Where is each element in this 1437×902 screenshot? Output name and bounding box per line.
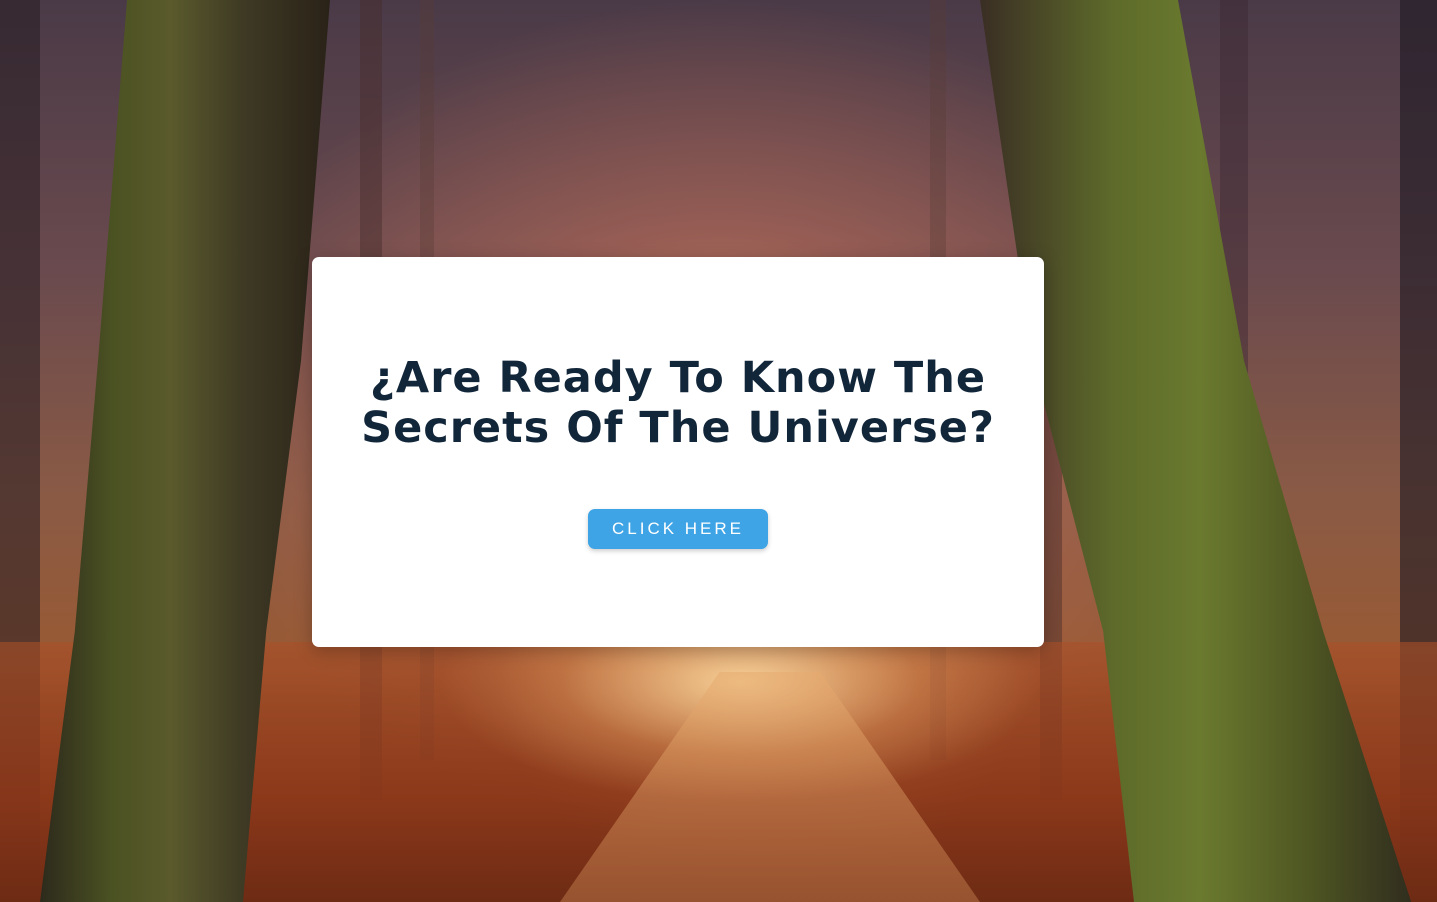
headline-line-1: ¿Are Ready To Know The [369,353,987,403]
modal-card: ¿Are Ready To Know The Secrets Of The Un… [312,257,1044,647]
click-here-button[interactable]: CLICK HERE [588,509,768,549]
modal-headline: ¿Are Ready To Know The Secrets Of The Un… [312,353,1044,453]
headline-line-2: Secrets Of The Universe? [361,403,995,453]
